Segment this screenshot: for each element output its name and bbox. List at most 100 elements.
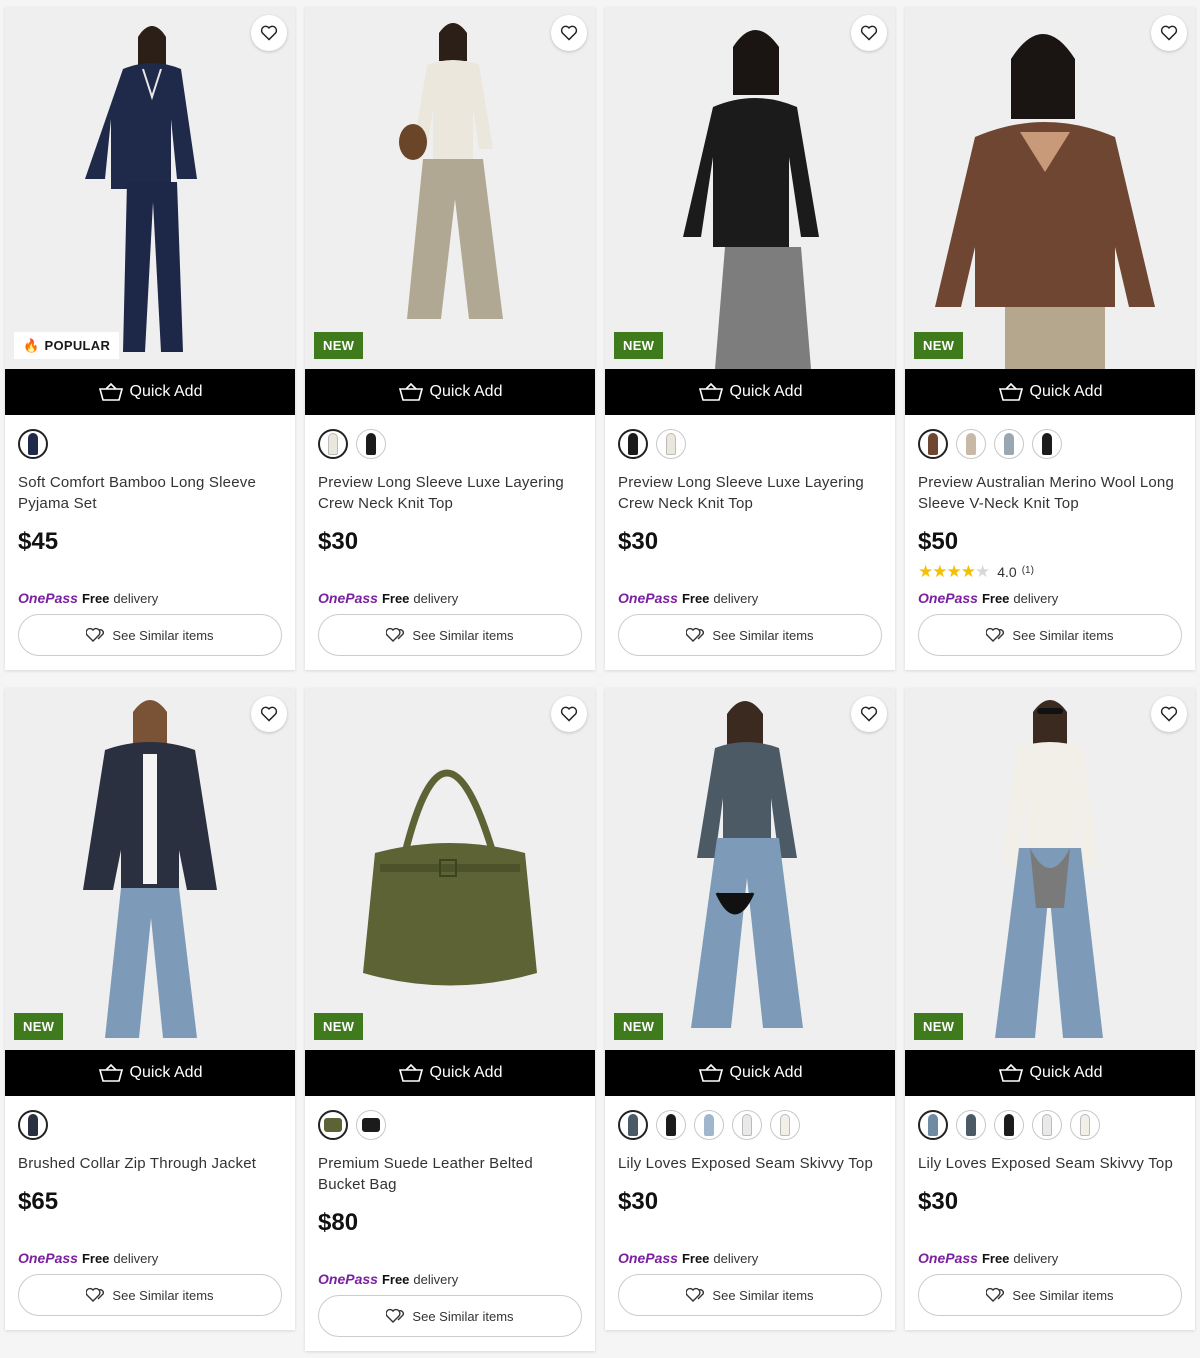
wishlist-button[interactable] [851, 696, 887, 732]
color-swatch[interactable] [318, 1110, 348, 1140]
onepass-delivery: OnePass Free delivery [18, 590, 282, 606]
see-similar-button[interactable]: See Similar items [618, 614, 882, 656]
bucket-bag-photo [305, 688, 595, 1050]
quick-add-button[interactable]: Quick Add [5, 1050, 295, 1096]
see-similar-button[interactable]: See Similar items [18, 1274, 282, 1316]
similar-hearts-icon [686, 627, 705, 642]
color-swatch[interactable] [18, 1110, 48, 1140]
quick-add-button[interactable]: Quick Add [605, 369, 895, 415]
color-swatch[interactable] [770, 1110, 800, 1140]
color-swatch[interactable] [1032, 429, 1062, 459]
color-swatch[interactable] [318, 429, 348, 459]
popular-badge: 🔥 POPULAR [14, 332, 120, 359]
heart-icon [860, 706, 878, 722]
product-card[interactable]: NEW Quick Add Brushed Collar Zip Through… [5, 688, 295, 1330]
wishlist-button[interactable] [551, 15, 587, 51]
quick-add-button[interactable]: Quick Add [905, 369, 1195, 415]
delivery-label: delivery [713, 591, 759, 606]
quick-add-button[interactable]: Quick Add [305, 1050, 595, 1096]
see-similar-label: See Similar items [412, 627, 514, 643]
product-title[interactable]: Brushed Collar Zip Through Jacket [18, 1153, 282, 1174]
product-image[interactable]: 🔥 POPULAR [5, 7, 295, 369]
color-swatch[interactable] [994, 1110, 1024, 1140]
quick-add-button[interactable]: Quick Add [305, 369, 595, 415]
new-badge: NEW [314, 332, 364, 359]
see-similar-button[interactable]: See Similar items [318, 1295, 582, 1337]
product-title[interactable]: Lily Loves Exposed Seam Skivvy Top [918, 1153, 1182, 1174]
wishlist-button[interactable] [1151, 696, 1187, 732]
color-swatch[interactable] [918, 429, 948, 459]
color-swatch[interactable] [918, 1110, 948, 1140]
product-grid: 🔥 POPULAR Quick Add Soft Comfort Bamboo … [0, 0, 1200, 1358]
product-rating[interactable]: ★★★★★ 4.0 (1) [918, 562, 1182, 581]
color-swatch[interactable] [732, 1110, 762, 1140]
product-card[interactable]: NEW Quick Add Preview Australian Merino … [905, 7, 1195, 670]
color-swatch[interactable] [1032, 1110, 1062, 1140]
product-image[interactable]: NEW [305, 7, 595, 369]
color-swatch[interactable] [618, 1110, 648, 1140]
color-swatch[interactable] [618, 429, 648, 459]
product-card[interactable]: NEW Quick Add Lily Loves Exposed Seam Sk… [905, 688, 1195, 1330]
quick-add-button[interactable]: Quick Add [5, 369, 295, 415]
product-image[interactable]: NEW [5, 688, 295, 1050]
product-price: $80 [318, 1209, 359, 1236]
product-card[interactable]: NEW Quick Add Preview Long Sleeve Luxe L… [305, 7, 595, 670]
color-swatch[interactable] [694, 1110, 724, 1140]
color-swatch[interactable] [356, 429, 386, 459]
wishlist-button[interactable] [1151, 15, 1187, 51]
delivery-label: delivery [113, 1251, 159, 1266]
new-badge: NEW [314, 1013, 364, 1040]
rating-count: (1) [1021, 564, 1034, 576]
product-card[interactable]: NEW Quick Add Lily Loves Exposed Seam Sk… [605, 688, 895, 1330]
product-title[interactable]: Soft Comfort Bamboo Long Sleeve Pyjama S… [18, 472, 282, 514]
see-similar-button[interactable]: See Similar items [618, 1274, 882, 1316]
quick-add-button[interactable]: Quick Add [905, 1050, 1195, 1096]
similar-hearts-icon [86, 627, 105, 642]
product-title[interactable]: Preview Long Sleeve Luxe Layering Crew N… [318, 472, 582, 514]
color-swatch[interactable] [656, 1110, 686, 1140]
onepass-logo: OnePass [318, 590, 378, 606]
product-card[interactable]: NEW Quick Add Preview Long Sleeve Luxe L… [605, 7, 895, 670]
onepass-delivery: OnePass Free delivery [918, 1250, 1182, 1266]
product-details: Premium Suede Leather Belted Bucket Bag … [305, 1096, 595, 1351]
product-image[interactable]: NEW [905, 7, 1195, 369]
basket-icon [398, 383, 423, 401]
product-image[interactable]: NEW [305, 688, 595, 1050]
color-swatch[interactable] [956, 1110, 986, 1140]
free-label: Free [381, 591, 410, 606]
see-similar-button[interactable]: See Similar items [918, 1274, 1182, 1316]
color-swatch[interactable] [18, 429, 48, 459]
product-card[interactable]: NEW Quick Add Premium Suede Leather Belt… [305, 688, 595, 1351]
wishlist-button[interactable] [851, 15, 887, 51]
color-swatch[interactable] [656, 429, 686, 459]
heart-icon [260, 25, 278, 41]
see-similar-button[interactable]: See Similar items [318, 614, 582, 656]
color-swatches [618, 428, 882, 460]
product-title[interactable]: Premium Suede Leather Belted Bucket Bag [318, 1153, 582, 1195]
wishlist-button[interactable] [551, 696, 587, 732]
wishlist-button[interactable] [251, 696, 287, 732]
product-card[interactable]: 🔥 POPULAR Quick Add Soft Comfort Bamboo … [5, 7, 295, 670]
color-swatch[interactable] [994, 429, 1024, 459]
onepass-delivery: OnePass Free delivery [618, 590, 882, 606]
color-swatch[interactable] [956, 429, 986, 459]
product-image[interactable]: NEW [905, 688, 1195, 1050]
color-swatches [918, 428, 1182, 460]
product-image[interactable]: NEW [605, 688, 895, 1050]
free-label: Free [681, 1251, 710, 1266]
product-title[interactable]: Preview Long Sleeve Luxe Layering Crew N… [618, 472, 882, 514]
color-swatch[interactable] [1070, 1110, 1100, 1140]
color-swatch[interactable] [356, 1110, 386, 1140]
wishlist-button[interactable] [251, 15, 287, 51]
see-similar-button[interactable]: See Similar items [18, 614, 282, 656]
quick-add-button[interactable]: Quick Add [605, 1050, 895, 1096]
product-image[interactable]: NEW [605, 7, 895, 369]
see-similar-button[interactable]: See Similar items [918, 614, 1182, 656]
color-swatches [618, 1109, 882, 1141]
product-title[interactable]: Preview Australian Merino Wool Long Slee… [918, 472, 1182, 514]
basket-icon [398, 1064, 423, 1082]
product-title[interactable]: Lily Loves Exposed Seam Skivvy Top [618, 1153, 882, 1174]
free-label: Free [981, 591, 1010, 606]
similar-hearts-icon [386, 1308, 405, 1323]
onepass-delivery: OnePass Free delivery [18, 1250, 282, 1266]
